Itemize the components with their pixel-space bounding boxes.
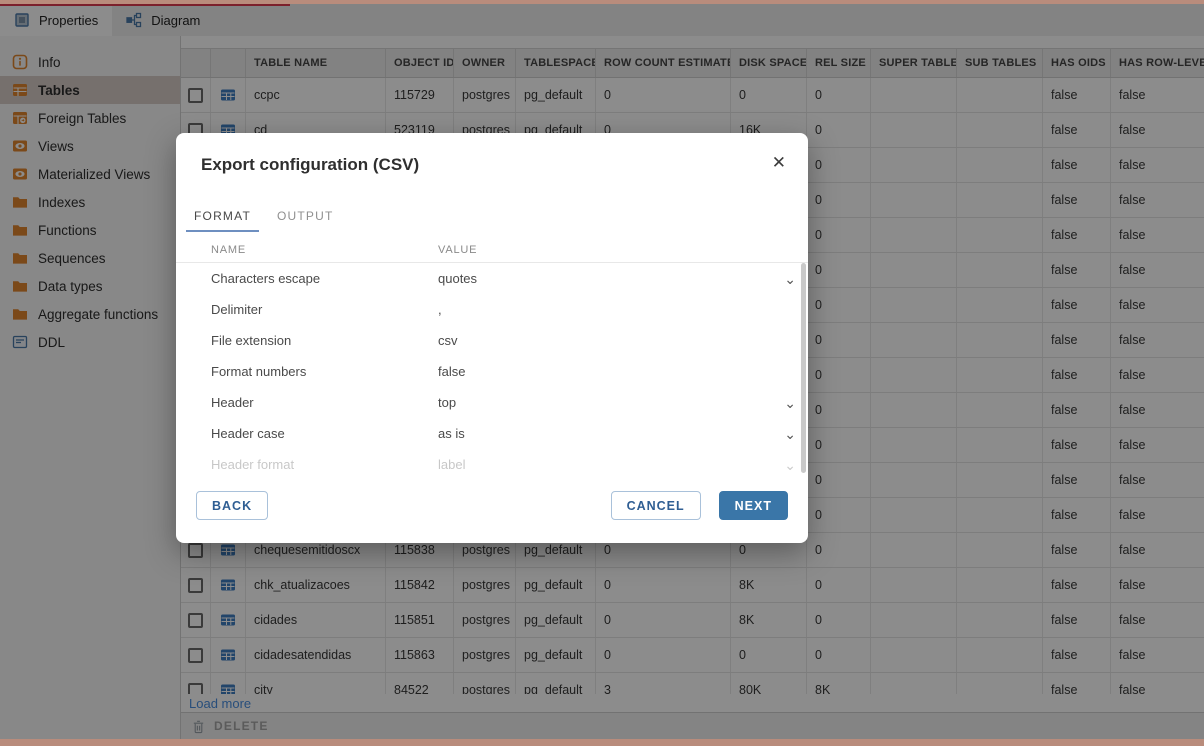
option-name: Header format: [176, 457, 438, 470]
export-configuration-dialog: Export configuration (CSV) ✕ FORMAT OUTP…: [176, 133, 808, 543]
dialog-title: Export configuration (CSV): [201, 155, 419, 175]
option-value-input[interactable]: ,: [438, 302, 784, 317]
dialog-scrollbar[interactable]: [801, 263, 806, 473]
option-value-input[interactable]: label: [438, 457, 784, 470]
dialog-header-name: NAME: [176, 244, 438, 256]
export-option-row[interactable]: File extension csv ⌄: [176, 325, 808, 356]
dialog-options-list: Characters escape quotes ⌄ Delimiter , ⌄…: [176, 263, 808, 470]
close-icon[interactable]: ✕: [772, 153, 786, 173]
cancel-button[interactable]: CANCEL: [611, 491, 701, 520]
option-name: Delimiter: [176, 302, 438, 317]
option-value-input[interactable]: csv: [438, 333, 784, 348]
dialog-header-value: VALUE: [438, 244, 808, 256]
option-value-input[interactable]: quotes: [438, 271, 784, 286]
dialog-tabs: FORMAT OUTPUT: [186, 203, 342, 232]
dialog-tab-format[interactable]: FORMAT: [186, 203, 259, 232]
option-name: File extension: [176, 333, 438, 348]
export-option-row[interactable]: Delimiter , ⌄: [176, 294, 808, 325]
export-option-row[interactable]: Header case as is ⌄: [176, 418, 808, 449]
chevron-down-icon: ⌄: [784, 398, 796, 408]
dialog-grid-header: NAME VALUE: [176, 237, 808, 263]
option-value-input[interactable]: as is: [438, 426, 784, 441]
chrome-strip-top: [0, 0, 1204, 4]
option-value-input[interactable]: top: [438, 395, 784, 410]
option-name: Characters escape: [176, 271, 438, 286]
export-option-row[interactable]: Header top ⌄: [176, 387, 808, 418]
dialog-buttons: BACK CANCEL NEXT: [196, 491, 788, 520]
chevron-down-icon: ⌄: [784, 429, 796, 439]
export-option-row[interactable]: Characters escape quotes ⌄: [176, 263, 808, 294]
option-name: Format numbers: [176, 364, 438, 379]
option-value-input[interactable]: false: [438, 364, 784, 379]
next-button[interactable]: NEXT: [719, 491, 788, 520]
chevron-down-icon: ⌄: [784, 460, 796, 470]
export-option-row[interactable]: Format numbers false ⌄: [176, 356, 808, 387]
dialog-tab-output[interactable]: OUTPUT: [269, 203, 342, 232]
option-name: Header case: [176, 426, 438, 441]
option-name: Header: [176, 395, 438, 410]
back-button[interactable]: BACK: [196, 491, 268, 520]
chevron-down-icon: ⌄: [784, 274, 796, 284]
chrome-strip-bottom: [0, 739, 1204, 746]
export-option-row[interactable]: Header format label ⌄: [176, 449, 808, 470]
